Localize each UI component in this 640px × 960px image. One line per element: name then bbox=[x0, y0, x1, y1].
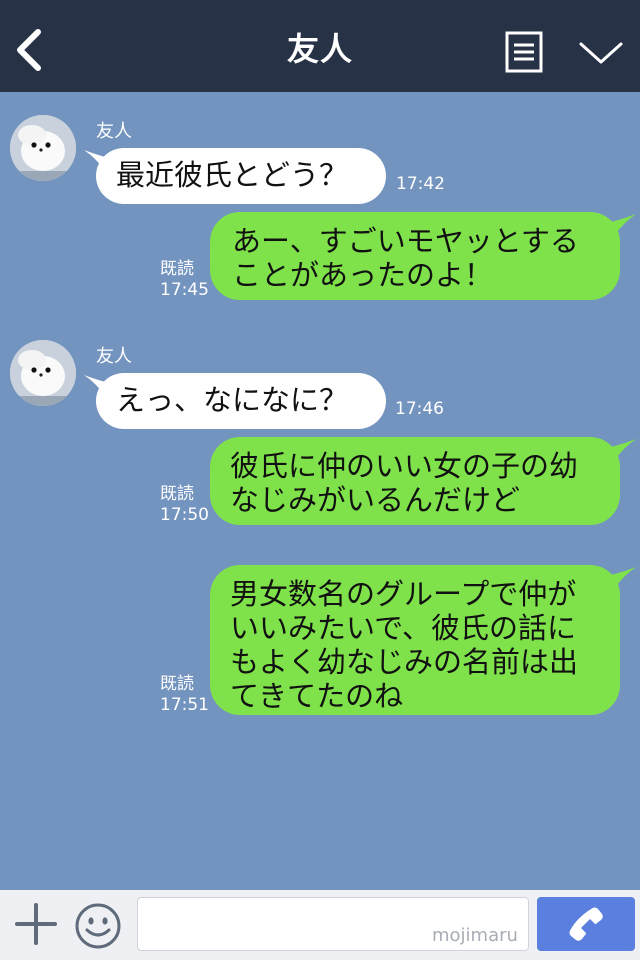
incoming-message[interactable]: えっ、なになに？ bbox=[96, 373, 386, 429]
outgoing-message[interactable]: 男女数名のグループで仲が いいみたいで、彼氏の話に もよく幼なじみの名前は出 て… bbox=[210, 565, 620, 715]
message-line: なじみがいるんだけど bbox=[230, 483, 521, 517]
outgoing-message[interactable]: あー、すごいモヤッとする ことがあったのよ！ bbox=[210, 212, 620, 300]
message-line: もよく幼なじみの名前は出 bbox=[230, 645, 579, 679]
chat-header: 友人 bbox=[0, 0, 640, 92]
sender-name: 友人 bbox=[96, 121, 132, 142]
read-status: 既読 bbox=[160, 674, 194, 694]
friend-avatar[interactable] bbox=[10, 340, 76, 406]
message-time: 17:50 bbox=[160, 505, 209, 525]
message-time: 17:42 bbox=[396, 174, 445, 194]
notes-icon[interactable] bbox=[505, 31, 543, 73]
friend-avatar[interactable] bbox=[10, 115, 76, 181]
message-list[interactable]: 友人 最近彼氏とどう？ 17:42 既読 17:45 あー、すごいモヤッとする … bbox=[0, 92, 640, 890]
watermark-text: mojimaru bbox=[432, 925, 518, 946]
chat-title: 友人 bbox=[286, 30, 353, 68]
read-status: 既読 bbox=[160, 259, 194, 279]
incoming-message[interactable]: 最近彼氏とどう？ bbox=[96, 148, 386, 204]
plus-icon[interactable] bbox=[14, 902, 58, 946]
message-line: 男女数名のグループで仲が bbox=[230, 577, 577, 611]
message-time: 17:45 bbox=[160, 280, 209, 300]
chevron-down-icon[interactable] bbox=[578, 38, 624, 68]
sender-name: 友人 bbox=[96, 346, 132, 367]
phone-icon bbox=[569, 907, 603, 941]
bird-avatar-image bbox=[10, 340, 76, 406]
outgoing-message[interactable]: 彼氏に仲のいい女の子の幼 なじみがいるんだけど bbox=[210, 437, 620, 525]
message-line: いいみたいで、彼氏の話に bbox=[230, 611, 576, 645]
message-line: てきてたのね bbox=[230, 679, 404, 713]
message-line: 彼氏に仲のいい女の子の幼 bbox=[230, 449, 579, 483]
read-status: 既読 bbox=[160, 484, 194, 504]
message-line: ことがあったのよ！ bbox=[232, 258, 494, 292]
call-button[interactable] bbox=[537, 897, 635, 951]
message-line: あー、すごいモヤッとする bbox=[232, 224, 579, 258]
message-time: 17:46 bbox=[395, 399, 444, 419]
bird-avatar-image bbox=[10, 115, 76, 181]
message-time: 17:51 bbox=[160, 695, 209, 715]
smiley-icon[interactable] bbox=[74, 902, 122, 950]
